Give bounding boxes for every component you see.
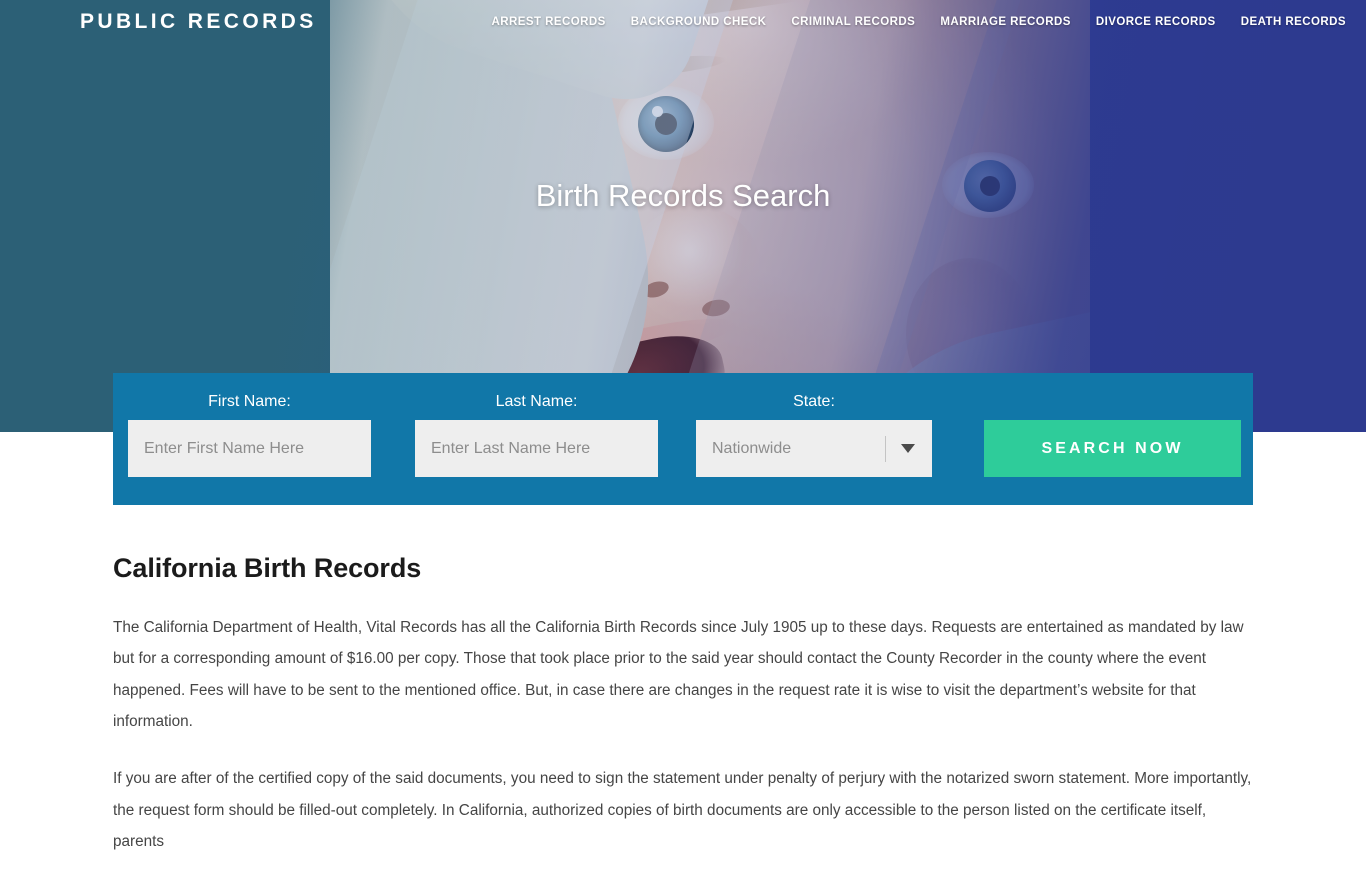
hero-title: Birth Records Search bbox=[535, 178, 831, 213]
site-logo[interactable]: PUBLIC RECORDS bbox=[80, 10, 317, 34]
page-title: California Birth Records bbox=[113, 553, 422, 583]
nav-item-marriage-records[interactable]: MARRIAGE RECORDS bbox=[940, 16, 1071, 28]
search-form-panel: First Name: Last Name: State: Nationwide… bbox=[113, 373, 1253, 505]
state-selected-value: Nationwide bbox=[712, 439, 792, 457]
first-name-label: First Name: bbox=[208, 393, 291, 410]
nav-item-background-check[interactable]: BACKGROUND CHECK bbox=[631, 16, 767, 28]
hero-color-overlay bbox=[0, 0, 1366, 432]
nav-item-divorce-records[interactable]: DIVORCE RECORDS bbox=[1096, 16, 1216, 28]
content-paragraph-2: If you are after of the certified copy o… bbox=[113, 770, 1252, 851]
first-name-input[interactable] bbox=[128, 420, 371, 477]
hero-banner: PUBLIC RECORDS ARREST RECORDS BACKGROUND… bbox=[0, 0, 1366, 432]
first-name-field-group: First Name: bbox=[128, 373, 371, 477]
select-divider bbox=[885, 436, 886, 462]
nav-item-death-records[interactable]: DEATH RECORDS bbox=[1241, 16, 1346, 28]
main-content: California Birth Records The California … bbox=[113, 505, 1253, 883]
state-select[interactable]: Nationwide bbox=[696, 420, 932, 477]
state-field-group: State: Nationwide bbox=[696, 373, 932, 477]
state-label: State: bbox=[793, 393, 835, 410]
last-name-label: Last Name: bbox=[495, 393, 578, 410]
last-name-input[interactable] bbox=[415, 420, 658, 477]
chevron-down-icon bbox=[901, 444, 915, 453]
site-header: PUBLIC RECORDS ARREST RECORDS BACKGROUND… bbox=[0, 0, 1366, 44]
nav-item-criminal-records[interactable]: CRIMINAL RECORDS bbox=[791, 16, 915, 28]
nav-item-arrest-records[interactable]: ARREST RECORDS bbox=[491, 16, 605, 28]
main-navigation: ARREST RECORDS BACKGROUND CHECK CRIMINAL… bbox=[491, 16, 1346, 28]
last-name-field-group: Last Name: bbox=[415, 373, 658, 477]
content-paragraph-1: The California Department of Health, Vit… bbox=[113, 619, 1244, 731]
search-now-button[interactable]: SEARCH NOW bbox=[984, 420, 1241, 477]
